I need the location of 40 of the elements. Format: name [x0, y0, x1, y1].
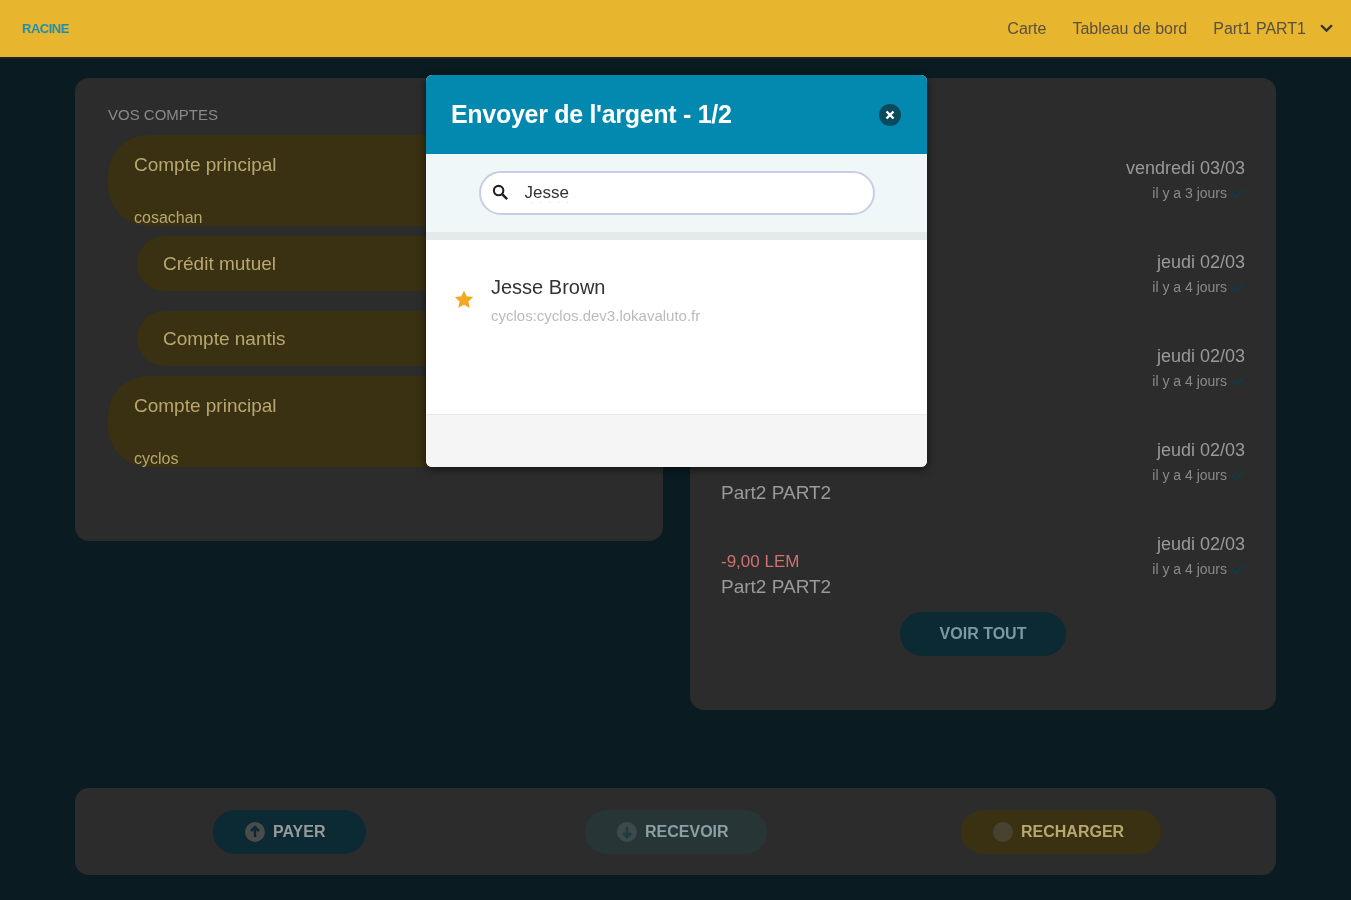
account-owner: cyclos: [134, 449, 179, 468]
transaction-date: jeudi 02/03: [1156, 440, 1245, 461]
action-button[interactable]: RECHARGER: [961, 810, 1161, 854]
action-button[interactable]: RECEVOIR: [585, 810, 767, 854]
close-icon[interactable]: [879, 103, 901, 126]
chevron-down-icon: [1320, 24, 1333, 33]
transaction-date: jeudi 02/03: [1156, 534, 1245, 555]
transaction-date: vendredi 03/03: [1125, 158, 1245, 179]
nav-link[interactable]: Tableau de bord: [1072, 19, 1188, 38]
account-name: Compte nantis: [163, 327, 286, 350]
counterparty: Part2 PART2: [721, 482, 832, 504]
search-icon: [491, 184, 509, 201]
action-button[interactable]: PAYER: [213, 810, 366, 854]
time-ago: il y a 4 jours: [1152, 373, 1227, 389]
account-name: Crédit mutuel: [163, 252, 276, 275]
check-icon: [1231, 376, 1245, 386]
section-title: VOS COMPTES: [108, 106, 219, 123]
nav-link[interactable]: Carte: [1007, 19, 1047, 38]
transaction-date: jeudi 02/03: [1156, 252, 1245, 273]
dialog-title: Envoyer de l'argent - 1/2: [451, 100, 732, 129]
time-ago: il y a 4 jours: [1152, 279, 1227, 295]
counterparty: Part2 PART2: [721, 576, 832, 598]
time-ago: il y a 4 jours: [1152, 467, 1227, 483]
time-ago: il y a 4 jours: [1152, 561, 1227, 577]
time-ago: il y a 3 jours: [1152, 185, 1227, 201]
transaction-date: jeudi 02/03: [1156, 346, 1245, 367]
user-menu[interactable]: Part1 PART1: [1213, 19, 1333, 38]
star-icon[interactable]: [455, 291, 473, 309]
account-name: Compte principal: [134, 394, 277, 417]
account-owner: cosachan: [134, 208, 203, 227]
arrow-down-circle-icon: [617, 822, 637, 842]
account-name: Compte principal: [134, 153, 277, 176]
amount: -9,00 LEM: [721, 552, 800, 572]
search-field[interactable]: Jesse: [478, 171, 875, 215]
check-icon: [1231, 282, 1245, 292]
check-icon: [1231, 470, 1245, 480]
arrow-up-circle-icon: [245, 822, 265, 842]
see-all-button[interactable]: VOIR TOUT: [900, 612, 1066, 656]
check-icon: [1231, 564, 1245, 574]
check-icon: [1231, 188, 1245, 198]
